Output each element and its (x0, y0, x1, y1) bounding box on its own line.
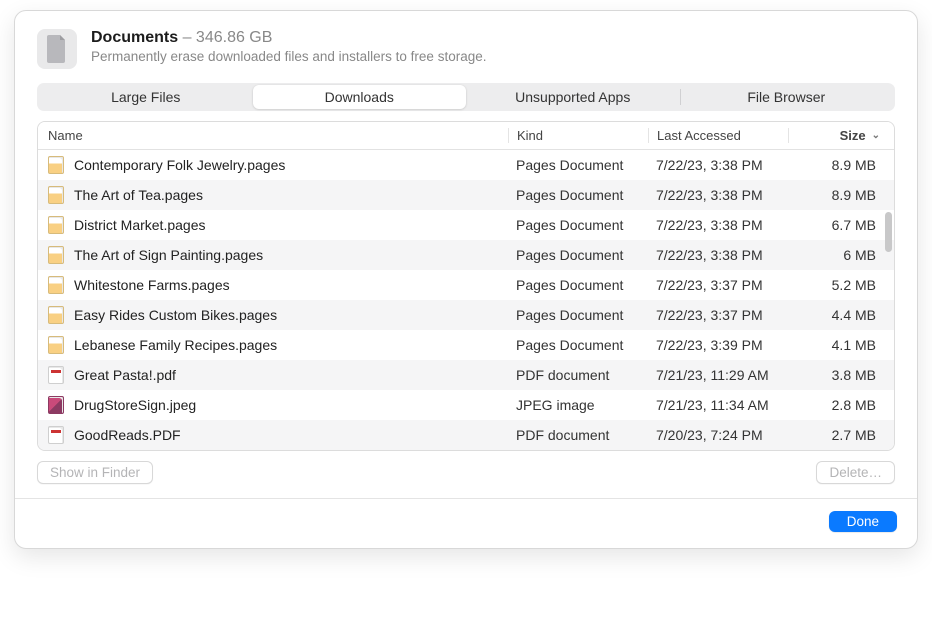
cell-size: 6.7 MB (788, 217, 894, 233)
cell-name: DrugStoreSign.jpeg (38, 396, 508, 414)
tab-file-browser[interactable]: File Browser (680, 85, 894, 109)
tab-downloads[interactable]: Downloads (253, 85, 467, 109)
table-row[interactable]: Whitestone Farms.pages Pages Document7/22… (38, 270, 894, 300)
col-size[interactable]: Size ⌄ (788, 128, 894, 143)
pages-file-icon (48, 276, 64, 294)
cell-last-accessed: 7/22/23, 3:37 PM (648, 277, 788, 293)
col-last-accessed[interactable]: Last Accessed (648, 128, 788, 143)
cell-kind: Pages Document (508, 307, 648, 323)
file-name: Contemporary Folk Jewelry.pages (74, 157, 285, 173)
cell-kind: JPEG image (508, 397, 648, 413)
file-name: Great Pasta!.pdf (74, 367, 176, 383)
show-in-finder-button[interactable]: Show in Finder (37, 461, 153, 484)
file-table: Name Kind Last Accessed Size ⌄ Contempor… (37, 121, 895, 451)
cell-size: 3.8 MB (788, 367, 894, 383)
pdf-file-icon (48, 366, 64, 384)
cell-kind: Pages Document (508, 187, 648, 203)
cell-kind: Pages Document (508, 157, 648, 173)
pages-file-icon (48, 306, 64, 324)
cell-name: Great Pasta!.pdf (38, 366, 508, 384)
category-tabs: Large FilesDownloadsUnsupported AppsFile… (37, 83, 895, 111)
file-name: GoodReads.PDF (74, 427, 181, 443)
cell-name: The Art of Tea.pages (38, 186, 508, 204)
jpeg-file-icon (48, 396, 64, 414)
panel-header: Documents – 346.86 GB Permanently erase … (15, 11, 917, 83)
cell-kind: Pages Document (508, 277, 648, 293)
cell-kind: Pages Document (508, 247, 648, 263)
sort-chevron-icon: ⌄ (872, 130, 880, 141)
pages-file-icon (48, 186, 64, 204)
cell-last-accessed: 7/20/23, 7:24 PM (648, 427, 788, 443)
pages-file-icon (48, 246, 64, 264)
cell-last-accessed: 7/22/23, 3:37 PM (648, 307, 788, 323)
cell-last-accessed: 7/22/23, 3:38 PM (648, 157, 788, 173)
cell-size: 8.9 MB (788, 157, 894, 173)
table-header: Name Kind Last Accessed Size ⌄ (38, 122, 894, 150)
col-name[interactable]: Name (38, 128, 508, 143)
cell-name: District Market.pages (38, 216, 508, 234)
cell-size: 6 MB (788, 247, 894, 263)
table-row[interactable]: District Market.pages Pages Document7/22/… (38, 210, 894, 240)
file-name: The Art of Sign Painting.pages (74, 247, 263, 263)
table-row[interactable]: Easy Rides Custom Bikes.pages Pages Docum… (38, 300, 894, 330)
cell-kind: Pages Document (508, 337, 648, 353)
cell-name: Easy Rides Custom Bikes.pages (38, 306, 508, 324)
cell-kind: PDF document (508, 427, 648, 443)
table-row[interactable]: The Art of Sign Painting.pages Pages Docu… (38, 240, 894, 270)
file-name: District Market.pages (74, 217, 205, 233)
file-name: Easy Rides Custom Bikes.pages (74, 307, 277, 323)
tab-large-files[interactable]: Large Files (39, 85, 253, 109)
tab-unsupported-apps[interactable]: Unsupported Apps (466, 85, 680, 109)
file-name: The Art of Tea.pages (74, 187, 203, 203)
cell-last-accessed: 7/21/23, 11:29 AM (648, 367, 788, 383)
table-body: Contemporary Folk Jewelry.pages Pages Doc… (38, 150, 894, 450)
storage-documents-panel: Documents – 346.86 GB Permanently erase … (14, 10, 918, 549)
footer: Done (15, 499, 917, 548)
cell-last-accessed: 7/22/23, 3:38 PM (648, 187, 788, 203)
cell-size: 8.9 MB (788, 187, 894, 203)
table-row[interactable]: Contemporary Folk Jewelry.pages Pages Doc… (38, 150, 894, 180)
cell-name: Whitestone Farms.pages (38, 276, 508, 294)
cell-name: Contemporary Folk Jewelry.pages (38, 156, 508, 174)
cell-kind: PDF document (508, 367, 648, 383)
table-row[interactable]: The Art of Tea.pages Pages Document7/22/2… (38, 180, 894, 210)
panel-subtitle: Permanently erase downloaded files and i… (91, 49, 486, 64)
cell-size: 2.7 MB (788, 427, 894, 443)
panel-size: – 346.86 GB (183, 29, 273, 46)
table-row[interactable]: Great Pasta!.pdf PDF document7/21/23, 11:… (38, 360, 894, 390)
documents-icon (37, 29, 77, 69)
file-name: Whitestone Farms.pages (74, 277, 230, 293)
col-size-label: Size (840, 128, 866, 143)
table-row[interactable]: DrugStoreSign.jpeg JPEG image7/21/23, 11:… (38, 390, 894, 420)
cell-last-accessed: 7/22/23, 3:39 PM (648, 337, 788, 353)
cell-kind: Pages Document (508, 217, 648, 233)
cell-name: GoodReads.PDF (38, 426, 508, 444)
file-name: Lebanese Family Recipes.pages (74, 337, 277, 353)
cell-size: 4.4 MB (788, 307, 894, 323)
action-row: Show in Finder Delete… (15, 451, 917, 498)
cell-last-accessed: 7/22/23, 3:38 PM (648, 217, 788, 233)
cell-size: 5.2 MB (788, 277, 894, 293)
cell-size: 2.8 MB (788, 397, 894, 413)
table-row[interactable]: GoodReads.PDF PDF document7/20/23, 7:24 P… (38, 420, 894, 450)
pages-file-icon (48, 336, 64, 354)
cell-last-accessed: 7/22/23, 3:38 PM (648, 247, 788, 263)
pdf-file-icon (48, 426, 64, 444)
done-button[interactable]: Done (829, 511, 897, 532)
panel-title: Documents (91, 29, 178, 46)
file-name: DrugStoreSign.jpeg (74, 397, 196, 413)
cell-last-accessed: 7/21/23, 11:34 AM (648, 397, 788, 413)
delete-button[interactable]: Delete… (816, 461, 895, 484)
cell-size: 4.1 MB (788, 337, 894, 353)
col-kind[interactable]: Kind (508, 128, 648, 143)
pages-file-icon (48, 156, 64, 174)
scrollbar-thumb[interactable] (885, 212, 892, 252)
table-row[interactable]: Lebanese Family Recipes.pages Pages Docum… (38, 330, 894, 360)
cell-name: Lebanese Family Recipes.pages (38, 336, 508, 354)
header-text: Documents – 346.86 GB Permanently erase … (91, 29, 486, 64)
pages-file-icon (48, 216, 64, 234)
cell-name: The Art of Sign Painting.pages (38, 246, 508, 264)
